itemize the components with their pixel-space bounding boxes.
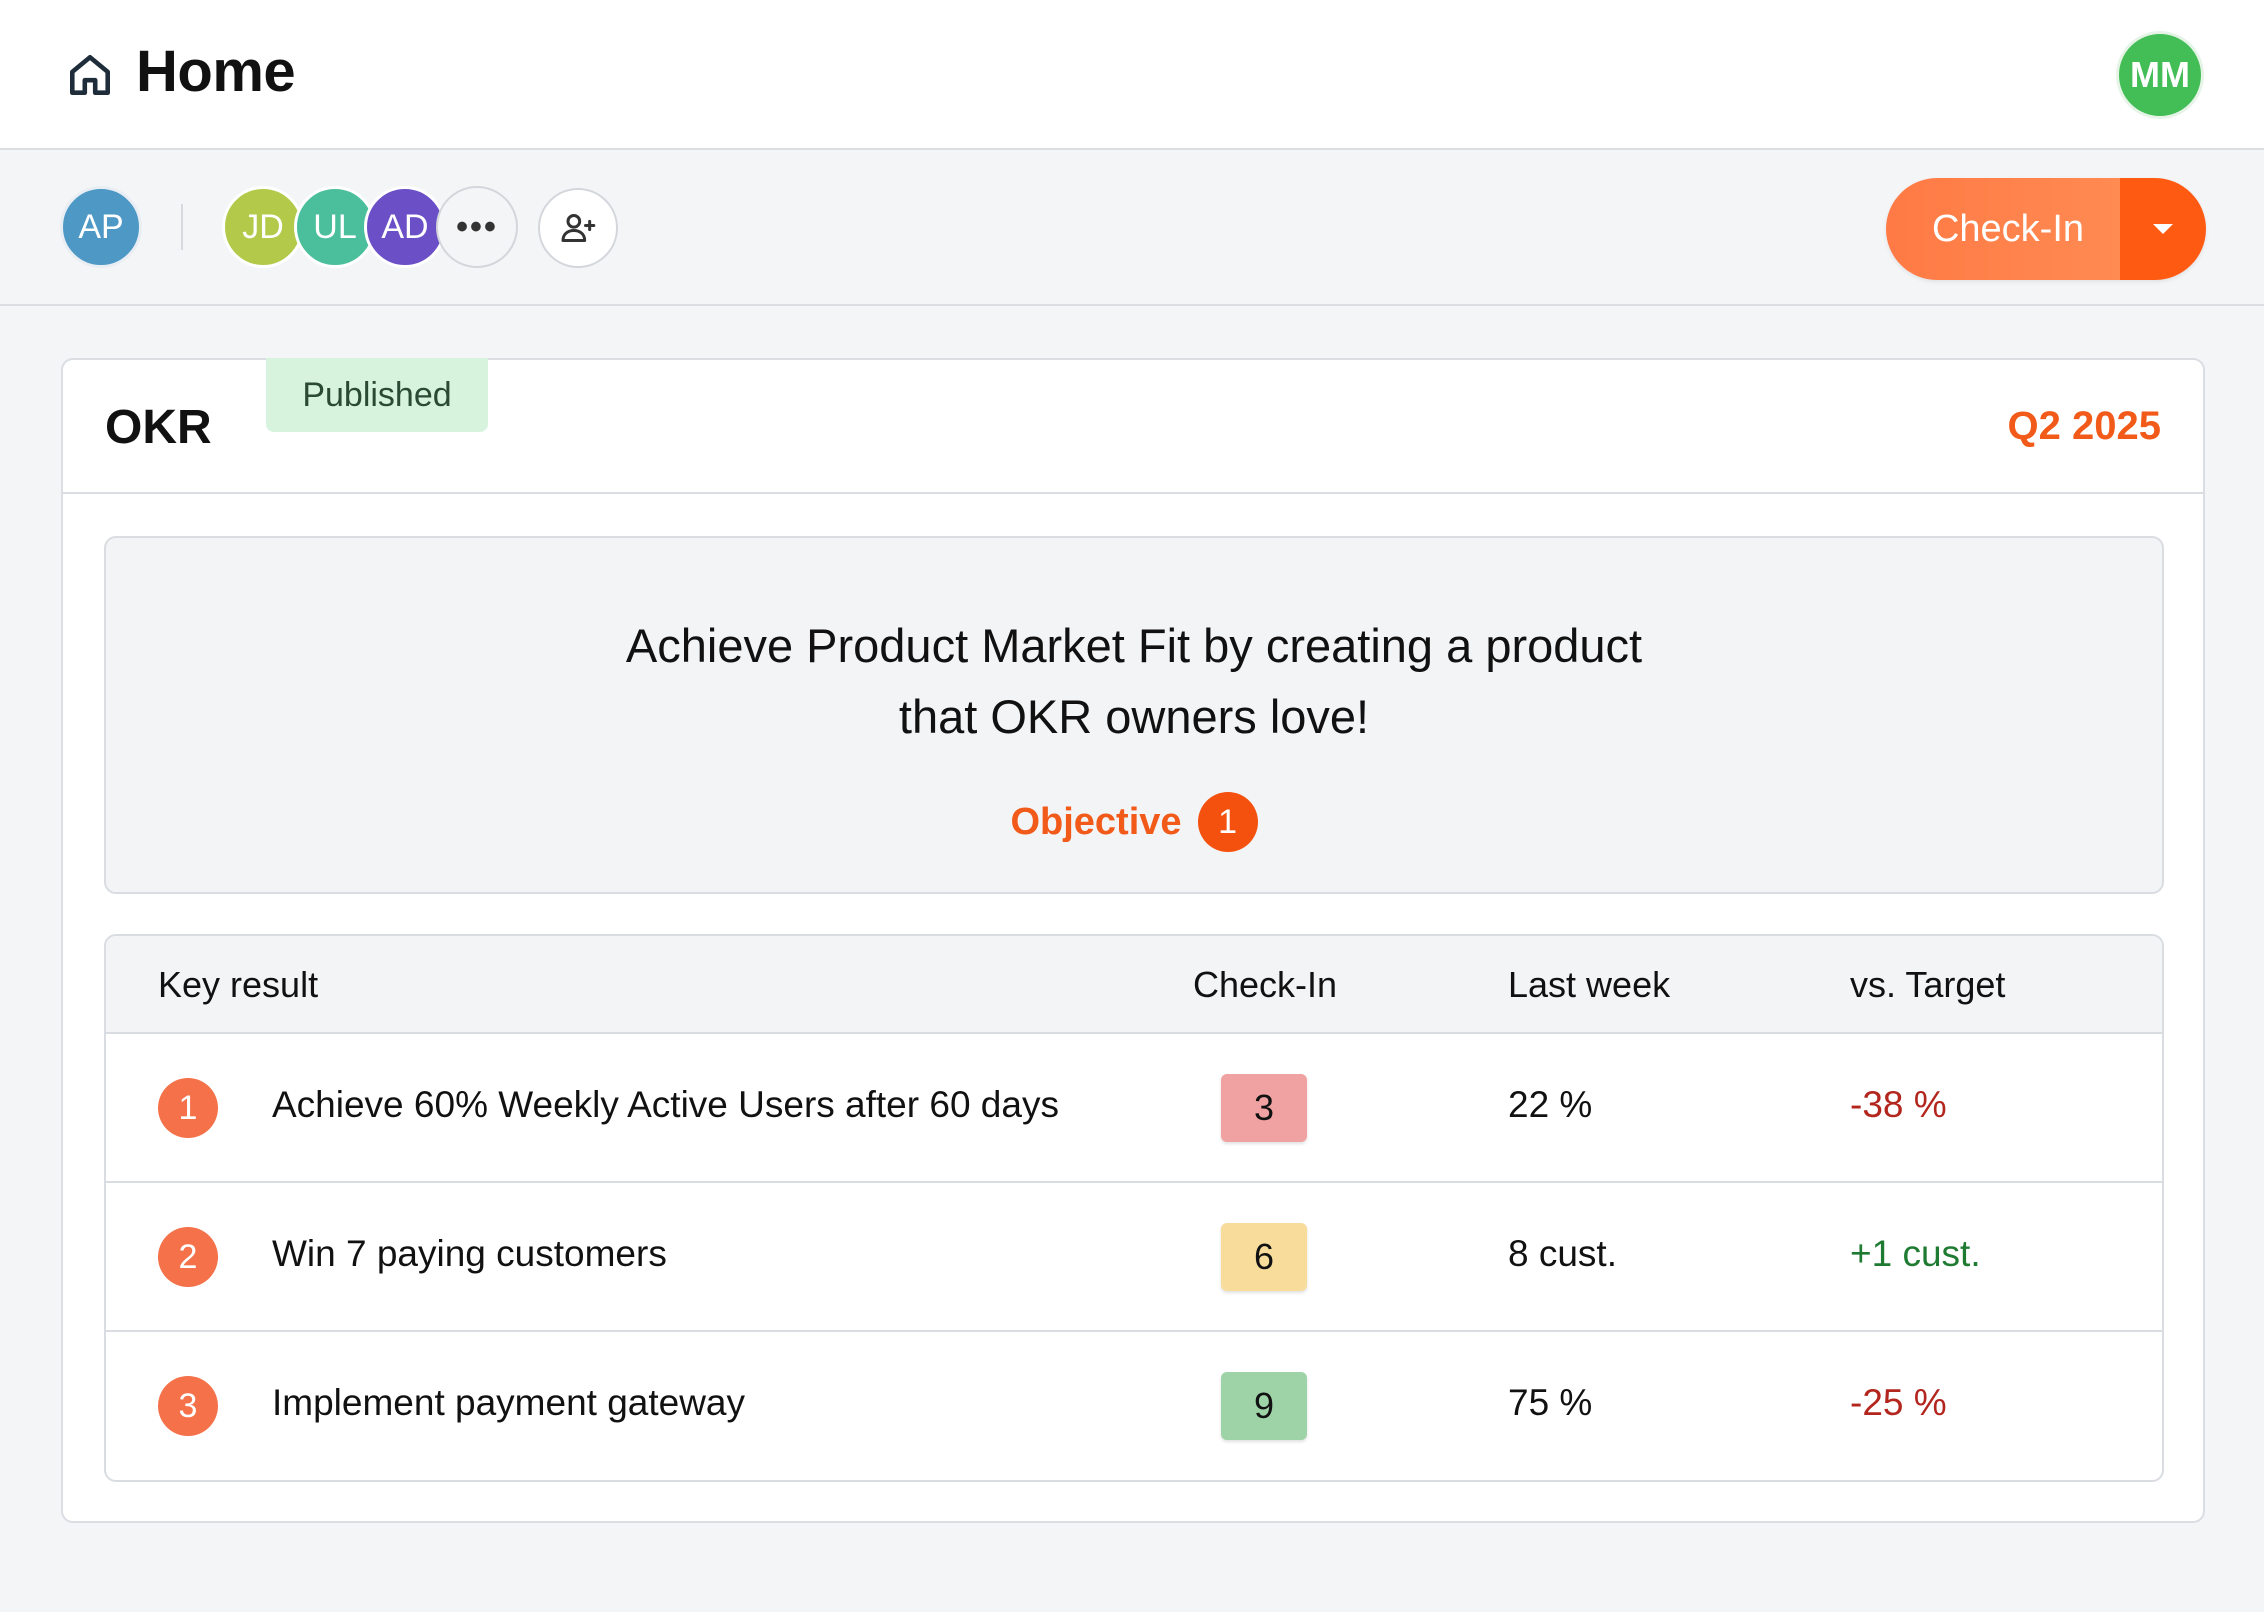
caret-down-icon [2153, 224, 2173, 234]
owner-avatar[interactable]: AP [60, 186, 142, 268]
okr-card-header: OKR Published Q2 2025 [63, 358, 2203, 494]
member-avatar[interactable]: JD [222, 186, 304, 268]
okr-label: OKR [105, 401, 212, 454]
key-result-number: 1 [158, 1078, 218, 1138]
objective-tag: Objective 1 [106, 792, 2162, 852]
check-in-score[interactable]: 3 [1221, 1074, 1307, 1142]
table-row[interactable]: 3 Implement payment gateway 9 75 % -25 % [106, 1332, 2162, 1480]
user-plus-icon [561, 214, 596, 242]
column-header-check-in: Check-In [1192, 964, 1338, 1005]
objective-number-badge: 1 [1197, 792, 1258, 852]
add-member-button[interactable] [538, 188, 618, 268]
toolbar: AP JD UL AD ••• Check-In [0, 152, 2264, 306]
column-header-key-result: Key result [158, 964, 319, 1005]
last-week-value: 22 % [1508, 1084, 1593, 1125]
toolbar-divider [181, 204, 183, 250]
quarter-label[interactable]: Q2 2025 [2008, 404, 2161, 449]
home-icon [70, 55, 111, 96]
check-in-score[interactable]: 9 [1221, 1372, 1307, 1440]
top-header: Home MM [0, 0, 2264, 150]
user-avatar[interactable]: MM [2116, 31, 2204, 119]
page-title: Home [136, 39, 296, 104]
key-result-number: 2 [158, 1227, 218, 1287]
member-avatar[interactable]: AD [364, 186, 446, 268]
check-in-split-button: Check-In [1886, 178, 2206, 280]
last-week-value: 8 cust. [1508, 1233, 1617, 1274]
check-in-score[interactable]: 6 [1221, 1223, 1307, 1291]
table-header: Key result Check-In Last week vs. Target [106, 936, 2162, 1034]
column-header-last-week: Last week [1508, 964, 1671, 1005]
key-result-title: Achieve 60% Weekly Active Users after 60… [272, 1084, 1059, 1125]
last-week-value: 75 % [1508, 1382, 1593, 1423]
more-members-button[interactable]: ••• [436, 186, 518, 268]
vs-target-value: -25 % [1850, 1382, 1947, 1423]
key-result-number: 3 [158, 1376, 218, 1436]
check-in-button[interactable]: Check-In [1886, 178, 2120, 280]
key-results-table: Key result Check-In Last week vs. Target… [104, 934, 2164, 1482]
objective-box[interactable]: Achieve Product Market Fit by creating a… [104, 536, 2164, 894]
column-header-vs-target: vs. Target [1850, 964, 2006, 1005]
objective-label: Objective [1010, 800, 1182, 843]
table-row[interactable]: 1 Achieve 60% Weekly Active Users after … [106, 1034, 2162, 1183]
key-result-title: Win 7 paying customers [272, 1233, 667, 1274]
objective-text: Achieve Product Market Fit by creating a… [625, 619, 1643, 743]
check-in-dropdown-button[interactable] [2120, 178, 2206, 280]
status-badge: Published [266, 358, 488, 432]
vs-target-value: -38 % [1850, 1084, 1947, 1125]
vs-target-value: +1 cust. [1850, 1233, 1981, 1274]
okr-card: OKR Published Q2 2025 Achieve Product Ma… [61, 358, 2205, 1523]
key-result-title: Implement payment gateway [272, 1382, 746, 1423]
table-row[interactable]: 2 Win 7 paying customers 6 8 cust. +1 cu… [106, 1183, 2162, 1332]
